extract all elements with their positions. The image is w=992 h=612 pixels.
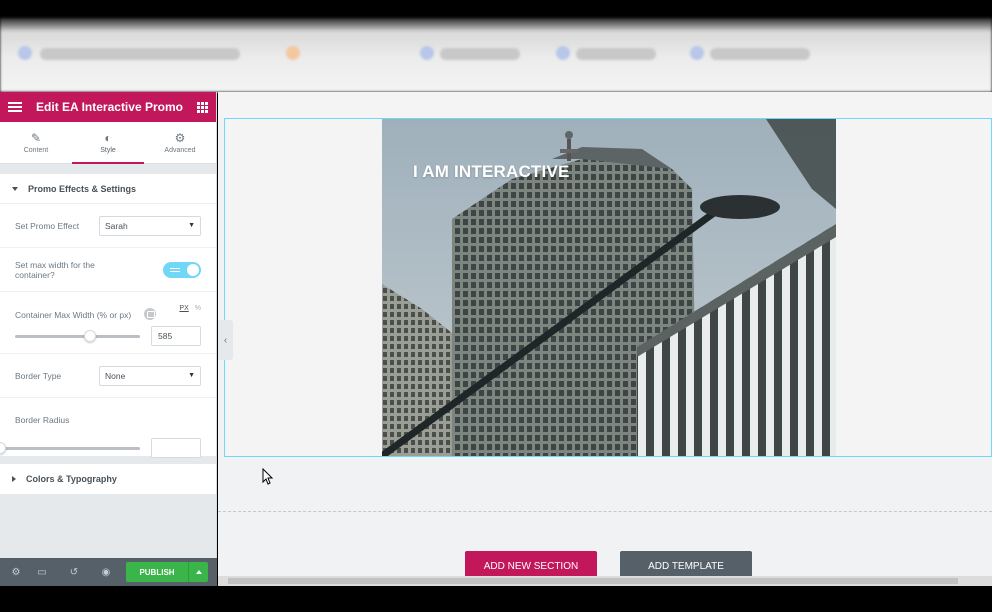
caret-right-icon [12, 476, 16, 482]
dropdown-arrow-icon: ▼ [188, 222, 195, 229]
tab-content[interactable]: ✎ Content [0, 122, 72, 163]
editor-panel: Edit EA Interactive Promo ✎ Content ◐ St… [0, 92, 217, 586]
collapse-panel-handle[interactable]: ‹ [218, 320, 233, 360]
add-section-divider [218, 511, 992, 512]
tab-style[interactable]: ◐ Style [72, 122, 144, 164]
editor-canvas: I AM INTERACTIVE ADD NEW SECTION ADD TEM… [218, 92, 992, 586]
panel-tabs: ✎ Content ◐ Style ⚙ Advanced [0, 122, 216, 164]
tab-favicon [420, 46, 434, 60]
unit-px[interactable]: PX [179, 305, 188, 312]
promo-effect-select[interactable]: Sarah ▼ [99, 215, 201, 236]
promo-heading: I AM INTERACTIVE [413, 162, 570, 181]
scrollbar-thumb[interactable] [228, 578, 958, 584]
control-max-width-toggle: Set max width for the container? [0, 248, 216, 292]
section-promo-effects: Promo Effects & Settings Set Promo Effec… [0, 174, 216, 458]
browser-tab [576, 48, 656, 60]
canvas-top-strip [218, 92, 992, 118]
container-width-slider[interactable] [15, 329, 140, 342]
switch-knob [187, 263, 199, 276]
control-label: Border Type [15, 370, 62, 381]
select-value: None [105, 370, 126, 381]
tab-favicon [556, 46, 570, 60]
slider-handle[interactable] [84, 329, 96, 342]
history-icon[interactable]: ↺ [58, 567, 90, 578]
dropdown-arrow-icon: ▼ [188, 372, 195, 379]
browser-chrome [0, 18, 992, 92]
toggle-on-icon [170, 267, 180, 272]
browser-tab [440, 48, 520, 60]
menu-icon[interactable] [8, 102, 22, 112]
control-container-width: Container Max Width (% or px) PX% 585 [0, 292, 216, 354]
responsive-mode-icon[interactable]: ▭ [26, 567, 58, 578]
control-label: Set Promo Effect [15, 220, 80, 231]
unit-switcher: PX% [179, 305, 201, 312]
chevron-left-icon: ‹ [223, 334, 228, 346]
section-title: Colors & Typography [26, 474, 117, 484]
tab-label: Advanced [164, 146, 196, 154]
control-label: Set max width for the container? [15, 259, 95, 280]
tab-favicon [286, 46, 300, 60]
mouse-cursor-icon [262, 468, 274, 485]
section-title: Promo Effects & Settings [28, 183, 137, 194]
contrast-icon: ◐ [104, 130, 112, 145]
control-label: Border Radius [15, 415, 70, 425]
publish-options-icon[interactable] [188, 562, 208, 582]
tab-favicon [18, 46, 32, 60]
horizontal-scrollbar[interactable] [218, 576, 992, 586]
control-promo-effect: Set Promo Effect Sarah ▼ [0, 204, 216, 248]
browser-tab [710, 48, 810, 60]
slider-handle[interactable] [0, 441, 6, 454]
gear-icon: ⚙ [174, 130, 186, 145]
panel-footer: ⚙ ▭ ↺ ◉ PUBLISH [0, 558, 217, 586]
tab-label: Style [100, 146, 116, 154]
border-radius-slider[interactable] [0, 441, 140, 454]
widgets-grid-icon[interactable] [197, 101, 208, 113]
tab-advanced[interactable]: ⚙ Advanced [144, 122, 216, 163]
tab-label: Content [23, 146, 49, 154]
container-width-input[interactable]: 585 [151, 326, 201, 346]
panel-header: Edit EA Interactive Promo [0, 92, 216, 122]
responsive-device-icon[interactable] [143, 307, 156, 320]
section-header[interactable]: Colors & Typography [0, 464, 216, 494]
pencil-icon: ✎ [30, 130, 42, 145]
tab-favicon [690, 46, 704, 60]
interactive-promo-image[interactable]: I AM INTERACTIVE [382, 119, 836, 456]
publish-button[interactable]: PUBLISH [126, 562, 188, 582]
border-radius-input[interactable] [151, 438, 201, 458]
border-type-select[interactable]: None ▼ [99, 365, 201, 386]
control-border-type: Border Type None ▼ [0, 354, 216, 398]
screen: Edit EA Interactive Promo ✎ Content ◐ St… [0, 0, 992, 612]
section-colors-typography: Colors & Typography [0, 464, 216, 494]
unit-percent[interactable]: % [195, 305, 201, 312]
max-width-switch[interactable] [163, 261, 201, 278]
section-header[interactable]: Promo Effects & Settings [0, 174, 216, 204]
panel-title: Edit EA Interactive Promo [36, 100, 183, 114]
preview-eye-icon[interactable]: ◉ [90, 567, 122, 578]
caret-down-icon [12, 186, 18, 191]
control-border-radius: Border Radius [0, 398, 216, 458]
select-value: Sarah [105, 220, 128, 231]
browser-tab [40, 48, 240, 60]
control-label: Container Max Width (% or px) [15, 310, 132, 320]
settings-icon[interactable]: ⚙ [6, 567, 26, 578]
